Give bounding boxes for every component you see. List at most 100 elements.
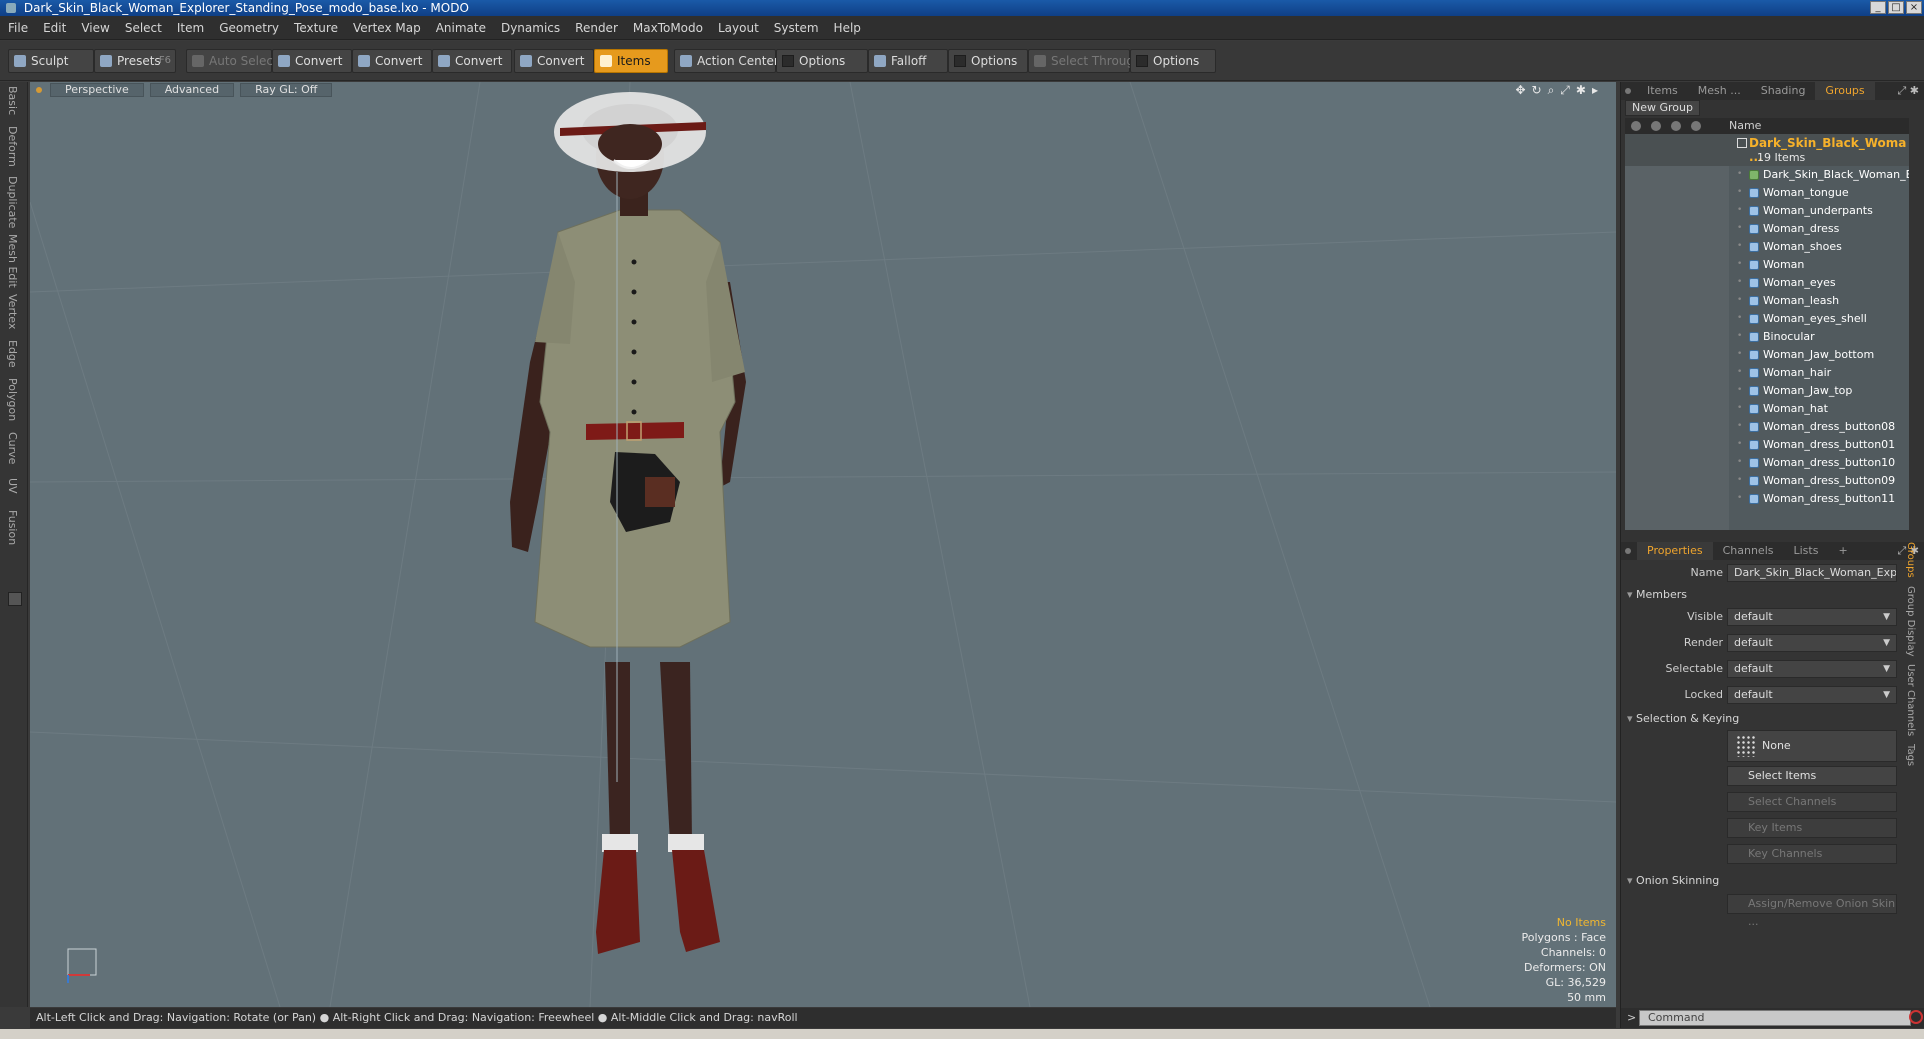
list-item[interactable]: • Woman_leash: [1625, 292, 1909, 310]
list-item[interactable]: • Woman_dress_button01: [1625, 436, 1909, 454]
visible-select[interactable]: default ▼: [1727, 608, 1897, 626]
list-item[interactable]: • Woman: [1625, 256, 1909, 274]
menu-geometry[interactable]: Geometry: [219, 21, 279, 35]
render-icon[interactable]: [1651, 121, 1661, 131]
tab-polygon[interactable]: Polygon: [6, 378, 19, 421]
key-items-button[interactable]: Key Items: [1727, 818, 1897, 838]
lock-icon[interactable]: [1691, 121, 1701, 131]
list-item[interactable]: • Woman_Jaw_bottom: [1625, 346, 1909, 364]
tab-duplicate[interactable]: Duplicate: [6, 176, 19, 228]
action-center-button[interactable]: Action Center: [674, 49, 779, 73]
menu-dynamics[interactable]: Dynamics: [501, 21, 560, 35]
assign-onion-skin-button[interactable]: Assign/Remove Onion Skin ...: [1727, 894, 1897, 928]
3d-viewport[interactable]: Perspective Advanced Ray GL: Off ✥ ↻ ⌕ ⤢…: [30, 82, 1616, 1007]
select-through-button[interactable]: Select Through: [1028, 49, 1142, 73]
tab-vertex[interactable]: Vertex: [6, 294, 19, 329]
list-item[interactable]: • Woman_shoes: [1625, 238, 1909, 256]
tab-lists[interactable]: Lists: [1784, 542, 1829, 560]
onion-skinning-section[interactable]: Onion Skinning: [1627, 874, 1719, 887]
action-center-options[interactable]: Options: [776, 49, 868, 73]
menu-system[interactable]: System: [774, 21, 819, 35]
list-item[interactable]: • Woman_eyes: [1625, 274, 1909, 292]
sculpt-button[interactable]: Sculpt: [8, 49, 94, 73]
tab-curve[interactable]: Curve: [6, 432, 19, 464]
selectable-select[interactable]: default ▼: [1727, 660, 1897, 678]
raygl-button[interactable]: Ray GL: Off: [240, 83, 333, 97]
list-item[interactable]: • Woman_tongue: [1625, 184, 1909, 202]
pan-icon[interactable]: ✥: [1515, 83, 1525, 97]
tab-properties[interactable]: Properties: [1637, 542, 1713, 560]
toolbox-toggle[interactable]: [8, 592, 22, 606]
list-item[interactable]: • Woman_underpants: [1625, 202, 1909, 220]
locked-select[interactable]: default ▼: [1727, 686, 1897, 704]
menu-view[interactable]: View: [81, 21, 109, 35]
minimize-button[interactable]: _: [1870, 1, 1886, 14]
select-icon[interactable]: [1671, 121, 1681, 131]
presets-button[interactable]: Presets F6: [94, 49, 176, 73]
list-item[interactable]: • Woman_Jaw_top: [1625, 382, 1909, 400]
convert-item-button[interactable]: Convert: [514, 49, 594, 73]
list-item[interactable]: • Woman_hat: [1625, 400, 1909, 418]
falloff-options[interactable]: Options: [948, 49, 1028, 73]
fit-icon[interactable]: ⤢: [1560, 83, 1570, 97]
falloff-button[interactable]: Falloff: [868, 49, 948, 73]
tab-mesh[interactable]: Mesh ...: [1688, 82, 1751, 100]
convert-vertex-button[interactable]: Convert: [272, 49, 352, 73]
list-item[interactable]: • Woman_dress_button09: [1625, 472, 1909, 490]
select-through-options[interactable]: Options: [1130, 49, 1216, 73]
tab-deform[interactable]: Deform: [6, 126, 19, 167]
rotate-icon[interactable]: ↻: [1532, 83, 1542, 97]
panel-menu-dot-icon[interactable]: [1625, 88, 1631, 94]
list-item[interactable]: • Woman_dress: [1625, 220, 1909, 238]
shading-mode-button[interactable]: Advanced: [149, 83, 235, 97]
key-channels-button[interactable]: Key Channels: [1727, 844, 1897, 864]
side-tab-tags[interactable]: Tags: [1905, 744, 1916, 766]
zoom-icon[interactable]: ⌕: [1548, 83, 1555, 97]
menu-maxtomodo[interactable]: MaxToModo: [633, 21, 703, 35]
auto-select-button[interactable]: Auto Select: [186, 49, 278, 73]
tab-shading[interactable]: Shading: [1751, 82, 1816, 100]
gear-icon[interactable]: ✱: [1576, 83, 1586, 97]
list-item[interactable]: • Dark_Skin_Black_Woman_E...: [1625, 166, 1909, 184]
close-button[interactable]: ×: [1906, 1, 1922, 14]
selection-keying-section[interactable]: Selection & Keying: [1627, 712, 1739, 725]
list-item[interactable]: • Woman_dress_button11: [1625, 490, 1909, 508]
command-input[interactable]: Command: [1639, 1010, 1911, 1026]
side-tab-user-channels[interactable]: User Channels: [1905, 664, 1916, 736]
menu-render[interactable]: Render: [575, 21, 618, 35]
viewport-menu-dot-icon[interactable]: [36, 87, 42, 93]
menu-edit[interactable]: Edit: [43, 21, 66, 35]
select-channels-button[interactable]: Select Channels: [1727, 792, 1897, 812]
tab-groups[interactable]: Groups: [1815, 82, 1875, 100]
tab-uv[interactable]: UV: [6, 478, 19, 494]
menu-file[interactable]: File: [8, 21, 28, 35]
list-item[interactable]: • Woman_eyes_shell: [1625, 310, 1909, 328]
menu-animate[interactable]: Animate: [436, 21, 486, 35]
select-items-button[interactable]: Select Items: [1727, 766, 1897, 786]
render-select[interactable]: default ▼: [1727, 634, 1897, 652]
menu-item[interactable]: Item: [177, 21, 204, 35]
panel-expand-icon[interactable]: ⤢ ✱: [1897, 84, 1919, 98]
tab-basic[interactable]: Basic: [6, 86, 19, 115]
tab-fusion[interactable]: Fusion: [6, 510, 19, 545]
convert-edge-button[interactable]: Convert: [352, 49, 432, 73]
side-tab-groups[interactable]: Groups: [1905, 542, 1916, 578]
visibility-eye-icon[interactable]: [1631, 121, 1641, 131]
chevron-right-icon[interactable]: ▸: [1592, 83, 1598, 97]
record-macro-icon[interactable]: [1909, 1010, 1923, 1024]
menu-help[interactable]: Help: [834, 21, 861, 35]
tab-edge[interactable]: Edge: [6, 340, 19, 368]
list-item[interactable]: • Woman_dress_button08: [1625, 418, 1909, 436]
menu-vertex-map[interactable]: Vertex Map: [353, 21, 421, 35]
none-selection-button[interactable]: None: [1727, 730, 1897, 762]
tab-add[interactable]: +: [1828, 542, 1857, 560]
group-row[interactable]: Dark_Skin_Black_Woma ... 19 Items: [1625, 134, 1909, 166]
list-item[interactable]: • Woman_hair: [1625, 364, 1909, 382]
members-section[interactable]: Members: [1627, 588, 1687, 601]
panel-menu-dot-icon[interactable]: [1625, 548, 1631, 554]
tab-channels[interactable]: Channels: [1713, 542, 1784, 560]
items-mode-button[interactable]: Items: [594, 49, 668, 73]
view-type-button[interactable]: Perspective: [50, 83, 144, 97]
list-item[interactable]: • Woman_dress_button10: [1625, 454, 1909, 472]
menu-texture[interactable]: Texture: [294, 21, 338, 35]
